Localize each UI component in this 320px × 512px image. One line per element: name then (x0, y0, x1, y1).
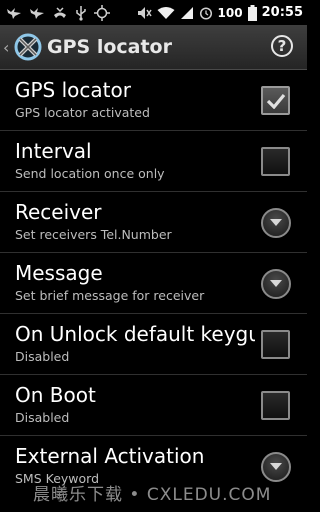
chevron-down-icon (270, 219, 282, 226)
pref-title: On Unlock default keygu (15, 322, 255, 346)
pref-summary: Send location once only (15, 166, 165, 181)
app-title: GPS locator (47, 36, 172, 58)
battery-icon (247, 4, 257, 21)
receiver-dropdown[interactable] (261, 208, 291, 238)
gps-locator-checkbox[interactable] (261, 86, 290, 115)
battery-level: 100 (217, 5, 243, 20)
external-activation-dropdown[interactable] (261, 452, 291, 482)
mute-icon (137, 6, 152, 20)
pref-summary: Disabled (15, 410, 70, 425)
pref-message[interactable]: Message Set brief message for receiver (0, 253, 307, 314)
app-logo-icon[interactable] (13, 32, 43, 62)
checkmark-icon (266, 93, 285, 109)
back-chevron-icon[interactable]: ‹ (3, 38, 13, 57)
wifi-icon (157, 6, 175, 20)
pref-gps-locator[interactable]: GPS locator GPS locator activated (0, 70, 307, 131)
system-icons: 100 20:55 (137, 4, 303, 21)
watermark: 晨曦乐下载 • CXLEDU.COM (33, 485, 272, 505)
pref-summary: Disabled (15, 349, 70, 364)
interval-checkbox[interactable] (261, 147, 290, 176)
clock: 20:55 (261, 5, 303, 20)
missed-call-icon (52, 6, 68, 20)
pref-title: GPS locator (15, 78, 131, 102)
chevron-down-icon (270, 280, 282, 287)
pref-title: Interval (15, 139, 92, 163)
message-dropdown[interactable] (261, 269, 291, 299)
pref-interval[interactable]: Interval Send location once only (0, 131, 307, 192)
bird-icon (29, 6, 45, 20)
alarm-icon (199, 6, 213, 20)
gps-icon (94, 4, 110, 21)
chevron-down-icon (270, 463, 282, 470)
on-boot-checkbox[interactable] (261, 391, 290, 420)
pref-title: External Activation (15, 444, 205, 468)
help-button[interactable]: ? (271, 35, 293, 57)
pref-title: On Boot (15, 383, 96, 407)
pref-on-unlock[interactable]: On Unlock default keygu Disabled (0, 314, 307, 375)
help-icon: ? (277, 36, 287, 55)
pref-summary: Set brief message for receiver (15, 288, 205, 303)
pref-summary: GPS locator activated (15, 105, 150, 120)
pref-on-boot[interactable]: On Boot Disabled (0, 375, 307, 436)
signal-icon (180, 6, 194, 20)
pref-summary: Set receivers Tel.Number (15, 227, 172, 242)
pref-title: Receiver (15, 200, 102, 224)
status-bar: 100 20:55 (0, 0, 307, 25)
usb-icon (75, 5, 87, 21)
preference-list: GPS locator GPS locator activated Interv… (0, 70, 307, 497)
notification-icons (6, 4, 110, 21)
bird-icon (6, 6, 22, 20)
on-unlock-checkbox[interactable] (261, 330, 290, 359)
title-bar: ‹ GPS locator ? (0, 25, 307, 70)
pref-receiver[interactable]: Receiver Set receivers Tel.Number (0, 192, 307, 253)
pref-title: Message (15, 261, 103, 285)
